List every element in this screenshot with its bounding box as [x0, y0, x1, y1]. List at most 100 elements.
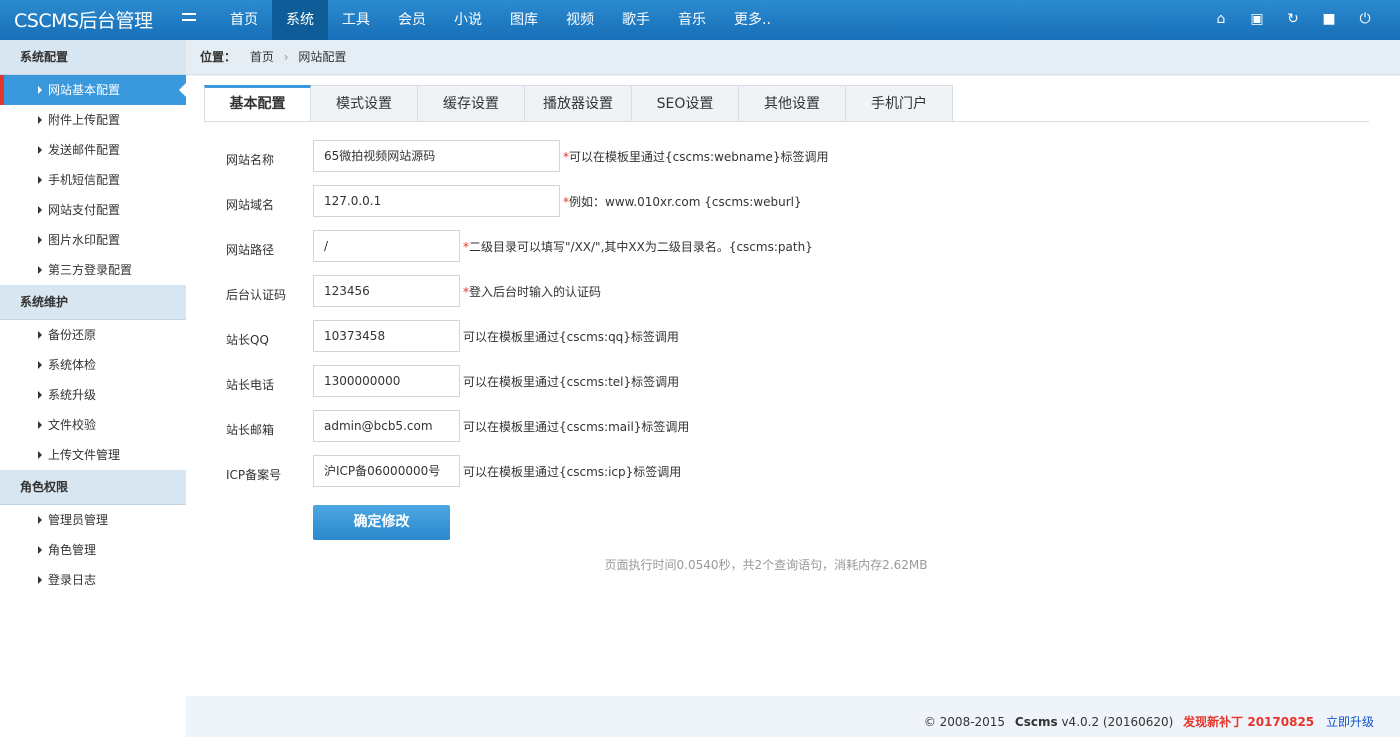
- top-icons: ⌂ ▣ ↻ ■ ⏻: [1212, 10, 1374, 28]
- top-bar: CSCMS后台管理 首页 系统 工具 会员 小说 图库 视频 歌手 音乐 更多.…: [0, 0, 1400, 40]
- site-domain-input[interactable]: 127.0.0.1: [313, 185, 560, 217]
- nav-item-home[interactable]: 首页: [216, 0, 272, 40]
- sidebar-item-mail-config[interactable]: 发送邮件配置: [0, 135, 186, 165]
- form-row-icp: ICP备案号 沪ICP备06000000号 可以在模板里通过{cscms:icp…: [226, 455, 681, 487]
- field-hint: 可以在模板里通过{cscms:tel}标签调用: [463, 374, 680, 389]
- breadcrumb-label: 位置：: [200, 50, 237, 64]
- sidebar-item-login-log[interactable]: 登录日志: [0, 565, 186, 595]
- sidebar: 系统配置 网站基本配置 附件上传配置 发送邮件配置 手机短信配置 网站支付配置 …: [0, 40, 186, 737]
- field-label: ICP备案号: [226, 467, 282, 482]
- sidebar-group-title[interactable]: 系统配置: [0, 40, 186, 75]
- patch-notice: 发现新补丁 20170825: [1183, 715, 1315, 729]
- tab-cache[interactable]: 缓存设置: [418, 85, 525, 122]
- site-name-input[interactable]: 65微拍视频网站源码: [313, 140, 560, 172]
- sidebar-item-backup[interactable]: 备份还原: [0, 320, 186, 350]
- field-hint: *登入后台时输入的认证码: [463, 284, 602, 299]
- caret-right-icon: [38, 266, 42, 274]
- nav-item-gallery[interactable]: 图库: [496, 0, 552, 40]
- sidebar-item-pay-config[interactable]: 网站支付配置: [0, 195, 186, 225]
- nav-item-tools[interactable]: 工具: [328, 0, 384, 40]
- app-logo: CSCMS后台管理: [14, 10, 153, 32]
- form-row-auth-code: 后台认证码 123456 *登入后台时输入的认证码: [226, 275, 601, 307]
- sidebar-item-watermark-config[interactable]: 图片水印配置: [0, 225, 186, 255]
- tab-player[interactable]: 播放器设置: [525, 85, 632, 122]
- version-text: v4.0.2 (20160620): [1061, 715, 1174, 729]
- top-nav: 首页 系统 工具 会员 小说 图库 视频 歌手 音乐 更多..: [216, 0, 785, 40]
- caret-right-icon: [38, 116, 42, 124]
- sidebar-item-basic-config[interactable]: 网站基本配置: [0, 75, 186, 105]
- tab-divider: [204, 121, 1369, 122]
- caret-right-icon: [38, 86, 42, 94]
- main-panel: 基本配置 模式设置 缓存设置 播放器设置 SEO设置 其他设置 手机门户 网站名…: [186, 76, 1400, 696]
- nav-item-video[interactable]: 视频: [552, 0, 608, 40]
- form-row-site-domain: 网站域名 127.0.0.1 *例如：www.010xr.com {cscms:…: [226, 185, 802, 217]
- sidebar-item-admins[interactable]: 管理员管理: [0, 505, 186, 535]
- nav-item-system[interactable]: 系统: [272, 0, 328, 40]
- save-icon[interactable]: ■: [1320, 10, 1338, 28]
- caret-right-icon: [38, 146, 42, 154]
- sidebar-item-roles[interactable]: 角色管理: [0, 535, 186, 565]
- field-label: 站长电话: [226, 377, 275, 392]
- breadcrumb-current: 网站配置: [298, 50, 347, 64]
- breadcrumb: 位置： 首页 › 网站配置: [186, 40, 1400, 75]
- field-hint: *二级目录可以填写"/XX/",其中XX为二级目录名。{cscms:path}: [463, 239, 813, 254]
- sidebar-group-title[interactable]: 角色权限: [0, 470, 186, 505]
- home-icon[interactable]: ⌂: [1212, 10, 1230, 28]
- nav-item-singer[interactable]: 歌手: [608, 0, 664, 40]
- brand-name: Cscms: [1014, 715, 1058, 729]
- monitor-icon[interactable]: ▣: [1248, 10, 1266, 28]
- tab-mobile[interactable]: 手机门户: [846, 85, 953, 122]
- auth-code-input[interactable]: 123456: [313, 275, 460, 307]
- tab-basic[interactable]: 基本配置: [204, 85, 311, 122]
- sidebar-item-oauth-config[interactable]: 第三方登录配置: [0, 255, 186, 285]
- caret-right-icon: [38, 451, 42, 459]
- copyright: © 2008-2015: [923, 715, 1006, 729]
- nav-item-novel[interactable]: 小说: [440, 0, 496, 40]
- tab-mode[interactable]: 模式设置: [311, 85, 418, 122]
- upgrade-link[interactable]: 立即升级: [1326, 715, 1374, 729]
- caret-right-icon: [38, 391, 42, 399]
- config-tabs: 基本配置 模式设置 缓存设置 播放器设置 SEO设置 其他设置 手机门户: [204, 85, 953, 122]
- submit-button[interactable]: 确定修改: [313, 505, 450, 540]
- field-label: 网站域名: [226, 197, 275, 212]
- form-row-site-path: 网站路径 / *二级目录可以填写"/XX/",其中XX为二级目录名。{cscms…: [226, 230, 813, 262]
- sidebar-item-checkup[interactable]: 系统体检: [0, 350, 186, 380]
- form-row-tel: 站长电话 1300000000 可以在模板里通过{cscms:tel}标签调用: [226, 365, 679, 397]
- sidebar-group-title[interactable]: 系统维护: [0, 285, 186, 320]
- field-hint: 可以在模板里通过{cscms:icp}标签调用: [463, 464, 682, 479]
- site-path-input[interactable]: /: [313, 230, 460, 262]
- tab-other[interactable]: 其他设置: [739, 85, 846, 122]
- sidebar-item-upload-files[interactable]: 上传文件管理: [0, 440, 186, 470]
- caret-right-icon: [38, 361, 42, 369]
- caret-right-icon: [38, 331, 42, 339]
- caret-right-icon: [38, 516, 42, 524]
- sidebar-item-file-verify[interactable]: 文件校验: [0, 410, 186, 440]
- sidebar-item-sms-config[interactable]: 手机短信配置: [0, 165, 186, 195]
- qq-input[interactable]: 10373458: [313, 320, 460, 352]
- nav-item-music[interactable]: 音乐: [664, 0, 720, 40]
- breadcrumb-home[interactable]: 首页: [250, 50, 274, 64]
- caret-right-icon: [38, 236, 42, 244]
- menu-toggle-icon[interactable]: [182, 13, 196, 25]
- field-hint: 可以在模板里通过{cscms:mail}标签调用: [463, 419, 690, 434]
- icp-input[interactable]: 沪ICP备06000000号: [313, 455, 460, 487]
- execution-info: 页面执行时间0.0540秒，共2个查询语句，消耗内存2.62MB: [604, 558, 928, 572]
- power-icon[interactable]: ⏻: [1356, 10, 1374, 28]
- caret-right-icon: [38, 206, 42, 214]
- field-label: 网站名称: [226, 152, 275, 167]
- footer: © 2008-2015 Cscms v4.0.2 (20160620) 发现新补…: [924, 713, 1374, 730]
- field-hint: *例如：www.010xr.com {cscms:weburl}: [563, 194, 802, 209]
- form-row-mail: 站长邮箱 admin@bcb5.com 可以在模板里通过{cscms:mail}…: [226, 410, 689, 442]
- sidebar-item-upload-config[interactable]: 附件上传配置: [0, 105, 186, 135]
- form-row-site-name: 网站名称 65微拍视频网站源码 *可以在模板里通过{cscms:webname}…: [226, 140, 829, 172]
- nav-item-more[interactable]: 更多..: [720, 0, 785, 40]
- tel-input[interactable]: 1300000000: [313, 365, 460, 397]
- mail-input[interactable]: admin@bcb5.com: [313, 410, 460, 442]
- field-label: 后台认证码: [226, 287, 287, 302]
- nav-item-members[interactable]: 会员: [384, 0, 440, 40]
- refresh-icon[interactable]: ↻: [1284, 10, 1302, 28]
- sidebar-item-upgrade[interactable]: 系统升级: [0, 380, 186, 410]
- tab-seo[interactable]: SEO设置: [632, 85, 739, 122]
- field-label: 站长QQ: [226, 332, 269, 347]
- form-row-qq: 站长QQ 10373458 可以在模板里通过{cscms:qq}标签调用: [226, 320, 679, 352]
